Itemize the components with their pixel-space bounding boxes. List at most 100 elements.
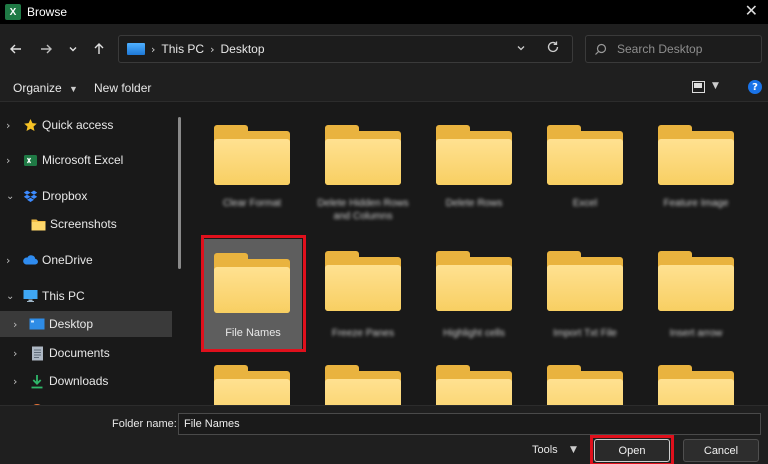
search-input[interactable]: Search Desktop bbox=[585, 35, 762, 63]
folder-icon bbox=[547, 251, 623, 311]
folder-label: Highlight cells bbox=[443, 328, 505, 339]
folder-item[interactable] bbox=[422, 353, 526, 405]
new-folder-button[interactable]: New folder bbox=[94, 81, 151, 95]
folder-label: Feature Image bbox=[663, 198, 729, 209]
excel-icon bbox=[22, 152, 38, 168]
folder-label: Insert arrow bbox=[669, 328, 723, 339]
folder-item[interactable] bbox=[533, 353, 637, 405]
expand-chevron-icon[interactable]: › bbox=[13, 347, 17, 360]
folder-item[interactable]: Feature Image bbox=[644, 113, 748, 231]
preview-pane-icon[interactable] bbox=[692, 81, 705, 93]
excel-app-icon: X bbox=[5, 4, 21, 20]
folder-icon bbox=[214, 125, 290, 185]
file-list: Clear Format Delete Hidden Rows and Colu… bbox=[186, 103, 768, 405]
sidebar-item-label: Screenshots bbox=[50, 217, 117, 231]
sidebar-item-microsoft-excel[interactable]: › Microsoft Excel bbox=[0, 147, 172, 173]
expand-chevron-icon[interactable]: › bbox=[6, 154, 10, 167]
folder-item[interactable] bbox=[644, 353, 748, 405]
up-arrow-icon[interactable] bbox=[90, 40, 108, 58]
sidebar-item-label: Documents bbox=[49, 346, 110, 360]
folder-label: Clear Format bbox=[222, 198, 282, 209]
navigation-bar: › This PC › Desktop Search Desktop bbox=[0, 24, 768, 74]
folder-icon bbox=[214, 365, 290, 405]
folder-item[interactable]: Freeze Panes bbox=[311, 239, 415, 357]
title-bar: X Browse ✕ bbox=[0, 0, 768, 24]
folder-item[interactable]: Delete Rows bbox=[422, 113, 526, 231]
folder-icon bbox=[547, 365, 623, 405]
collapse-chevron-icon[interactable]: ⌄ bbox=[6, 191, 14, 202]
sidebar-item-label: OneDrive bbox=[42, 253, 93, 267]
folder-item[interactable] bbox=[200, 353, 304, 405]
forward-arrow-icon[interactable] bbox=[37, 40, 55, 58]
folder-icon bbox=[325, 125, 401, 185]
tools-menu[interactable]: Tools bbox=[532, 444, 558, 456]
sidebar-item-documents[interactable]: › Documents bbox=[0, 340, 172, 366]
expand-chevron-icon[interactable]: › bbox=[13, 318, 17, 331]
sidebar-item-onedrive[interactable]: › OneDrive bbox=[0, 247, 172, 273]
address-bar[interactable]: › This PC › Desktop bbox=[118, 35, 573, 63]
folder-name-input[interactable]: File Names bbox=[178, 413, 761, 435]
sidebar-item-quick-access[interactable]: › Quick access bbox=[0, 112, 172, 138]
folder-item[interactable] bbox=[311, 353, 415, 405]
navigation-pane: › Quick access › Microsoft Excel ⌄ Dropb… bbox=[0, 103, 186, 405]
help-icon[interactable]: ? bbox=[748, 80, 762, 94]
desktop-icon bbox=[29, 316, 45, 332]
folder-label: Delete Hidden Rows and Columns bbox=[317, 198, 409, 222]
breadcrumb-separator-icon: › bbox=[210, 42, 215, 56]
folder-icon bbox=[325, 251, 401, 311]
sidebar-item-label: Microsoft Excel bbox=[42, 153, 124, 167]
recent-locations-chevron-icon[interactable] bbox=[64, 40, 82, 58]
folder-icon bbox=[436, 125, 512, 185]
expand-chevron-icon[interactable]: › bbox=[6, 254, 10, 267]
highlight-box bbox=[590, 435, 674, 464]
folder-label: Delete Rows bbox=[445, 198, 503, 209]
expand-chevron-icon[interactable]: › bbox=[6, 119, 10, 132]
sidebar-item-downloads[interactable]: › Downloads bbox=[0, 368, 172, 394]
folder-label: Excel bbox=[572, 198, 598, 209]
sidebar-item-this-pc[interactable]: ⌄ This PC bbox=[0, 283, 172, 309]
chevron-down-icon: ▼ bbox=[69, 84, 78, 94]
view-options-chevron-icon[interactable]: ▼ bbox=[712, 81, 719, 91]
folder-item[interactable]: Excel bbox=[533, 113, 637, 231]
search-placeholder: Search Desktop bbox=[617, 42, 703, 56]
breadcrumb-desktop[interactable]: Desktop bbox=[221, 42, 265, 56]
dropbox-icon bbox=[22, 188, 38, 204]
sidebar-item-label: Dropbox bbox=[42, 189, 88, 203]
sidebar-item-desktop[interactable]: › Desktop bbox=[0, 311, 172, 337]
folder-item[interactable]: Delete Hidden Rows and Columns bbox=[311, 113, 415, 231]
folder-icon bbox=[436, 251, 512, 311]
address-history-chevron-icon[interactable] bbox=[516, 42, 526, 56]
breadcrumb-this-pc[interactable]: This PC bbox=[161, 42, 204, 56]
tools-chevron-icon[interactable]: ▼ bbox=[570, 445, 577, 455]
folder-item[interactable]: Insert arrow bbox=[644, 239, 748, 357]
folder-label: Import Txt File bbox=[553, 328, 617, 339]
expand-chevron-icon[interactable]: › bbox=[13, 375, 17, 388]
breadcrumb-separator-icon: › bbox=[151, 42, 156, 56]
collapse-chevron-icon[interactable]: ⌄ bbox=[6, 291, 14, 302]
sidebar-item-screenshots[interactable]: Screenshots bbox=[0, 211, 172, 237]
organize-menu[interactable]: Organize ▼ bbox=[13, 81, 78, 95]
folder-item[interactable]: Highlight cells bbox=[422, 239, 526, 357]
cancel-button[interactable]: Cancel bbox=[683, 439, 759, 462]
folder-label: Freeze Panes bbox=[331, 328, 395, 339]
search-icon bbox=[594, 43, 607, 56]
download-icon bbox=[29, 373, 45, 389]
sidebar-item-dropbox[interactable]: ⌄ Dropbox bbox=[0, 183, 172, 209]
highlight-box bbox=[201, 235, 306, 352]
monitor-icon bbox=[22, 288, 38, 304]
command-bar: Organize ▼ New folder ▼ bbox=[0, 74, 768, 102]
folder-item[interactable]: Clear Format bbox=[200, 113, 304, 231]
back-arrow-icon[interactable] bbox=[7, 40, 25, 58]
close-icon[interactable]: ✕ bbox=[745, 3, 758, 19]
sidebar-item-partial[interactable] bbox=[0, 397, 172, 405]
folder-icon bbox=[658, 125, 734, 185]
folder-icon bbox=[658, 251, 734, 311]
sidebar-item-label: Quick access bbox=[42, 118, 114, 132]
sidebar-scrollbar[interactable] bbox=[178, 117, 181, 269]
refresh-icon[interactable] bbox=[546, 40, 560, 58]
folder-name-label: Folder name: bbox=[112, 418, 177, 430]
star-icon bbox=[22, 117, 38, 133]
folder-item[interactable]: Import Txt File bbox=[533, 239, 637, 357]
folder-icon bbox=[325, 365, 401, 405]
folder-icon bbox=[658, 365, 734, 405]
